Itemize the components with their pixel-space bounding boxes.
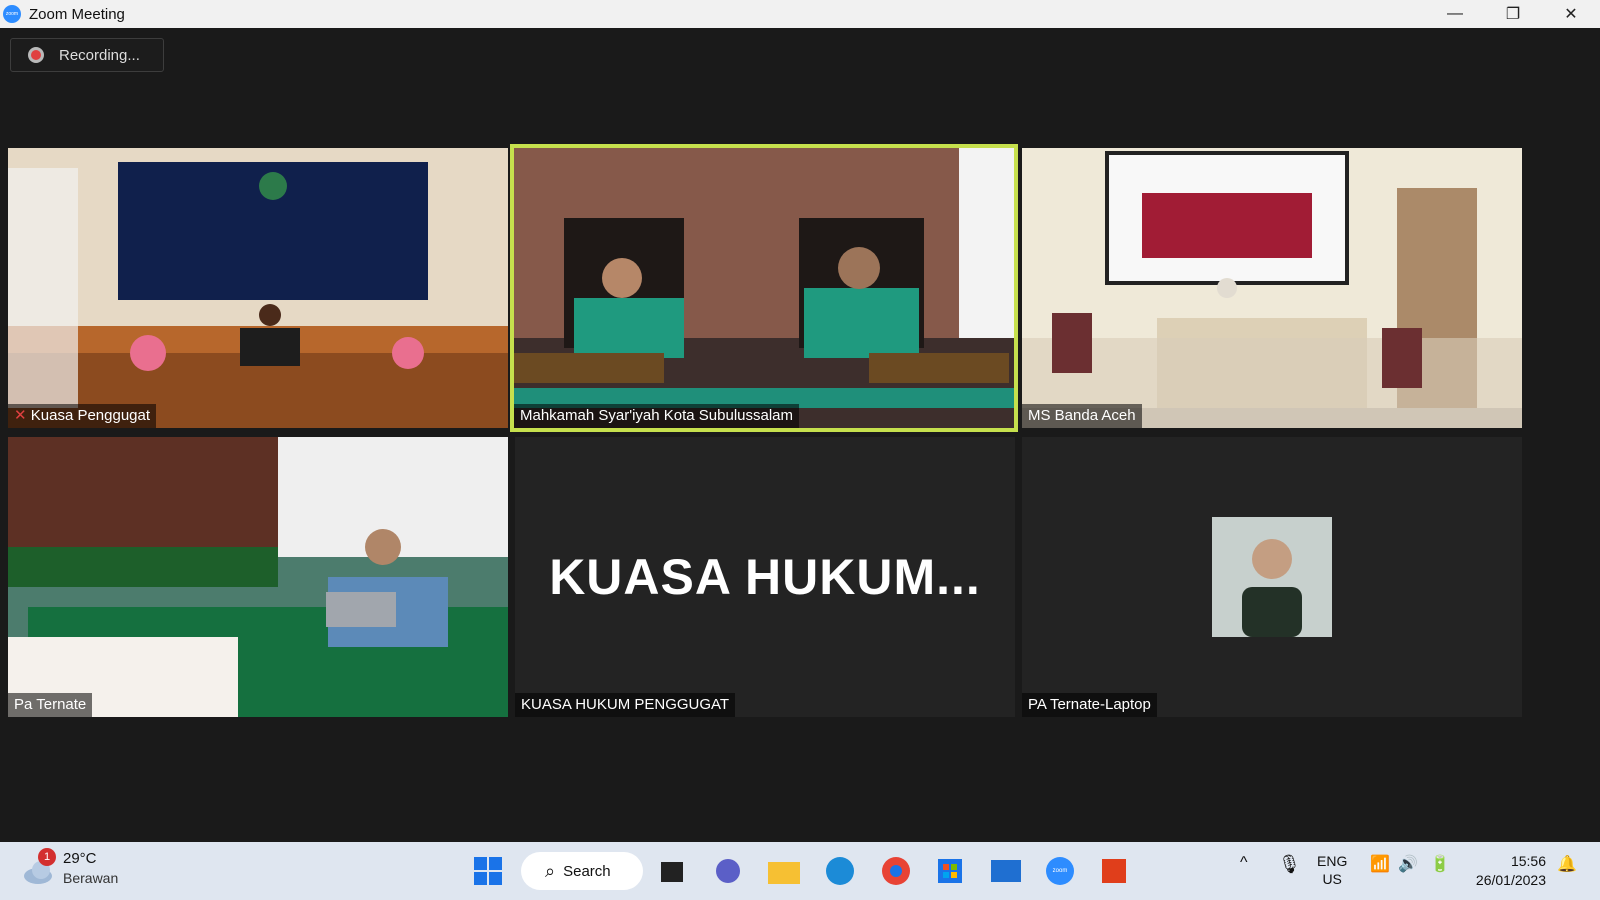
zoom-taskbar-button[interactable]: zoom bbox=[1040, 851, 1080, 891]
battery-icon[interactable]: 🔋 bbox=[1430, 854, 1450, 874]
mic-muted-icon: ✕ bbox=[14, 407, 31, 424]
date: 26/01/2023 bbox=[1475, 872, 1546, 888]
search-icon: ⌕ bbox=[545, 860, 556, 881]
teams-chat-button[interactable] bbox=[708, 851, 748, 891]
participant-name: Mahkamah Syar'iyah Kota Subulussalam bbox=[514, 404, 800, 428]
zoom-icon: zoom bbox=[1046, 857, 1074, 885]
language-region: US bbox=[1322, 871, 1342, 887]
weather-widget[interactable]: 1 29°C Berawan bbox=[22, 848, 142, 892]
office-icon bbox=[1102, 859, 1126, 883]
taskbar: 1 29°C Berawan ⌕ Search zoom ^ 🎙 ENG US … bbox=[0, 842, 1600, 900]
participant-name: KUASA HUKUM PENGGUGAT bbox=[515, 693, 736, 717]
notification-icon[interactable]: 🔔 bbox=[1557, 854, 1577, 874]
start-button[interactable] bbox=[468, 851, 508, 891]
participant-avatar bbox=[1212, 517, 1332, 637]
edge-button[interactable] bbox=[820, 851, 860, 891]
video-tile-3[interactable]: MS Banda Aceh bbox=[1022, 148, 1522, 428]
close-button[interactable]: ✕ bbox=[1542, 0, 1600, 28]
office-button[interactable] bbox=[1094, 851, 1134, 891]
search-box[interactable]: ⌕ Search bbox=[521, 852, 643, 890]
windows-icon bbox=[474, 857, 502, 885]
participant-name: Pa Ternate bbox=[8, 693, 93, 717]
chrome-button[interactable] bbox=[876, 851, 916, 891]
avatar-photo bbox=[1212, 517, 1332, 637]
participant-name: PA Ternate-Laptop bbox=[1022, 693, 1157, 717]
store-icon bbox=[938, 859, 962, 883]
mail-icon bbox=[991, 860, 1021, 882]
restore-button[interactable]: ❐ bbox=[1484, 0, 1542, 28]
minimize-button[interactable]: — bbox=[1426, 0, 1484, 28]
title-bar: zoom Zoom Meeting — ❐ ✕ bbox=[0, 0, 1600, 28]
task-view-icon bbox=[661, 862, 683, 882]
participant-display-name: KUASA HUKUM... bbox=[549, 549, 981, 605]
weather-badge: 1 bbox=[38, 848, 56, 866]
kuasa-penggugat-video bbox=[8, 148, 508, 428]
video-tile-1[interactable]: ✕ Kuasa Penggugat bbox=[8, 148, 508, 428]
pa-ternate-video bbox=[8, 437, 508, 717]
ms-banda-aceh-video bbox=[1022, 148, 1522, 428]
zoom-app-icon: zoom bbox=[3, 5, 21, 23]
participant-name: ✕ Kuasa Penggugat bbox=[8, 404, 157, 428]
language-indicator[interactable]: ENG US bbox=[1317, 852, 1347, 888]
video-tile-6[interactable]: PA Ternate-Laptop bbox=[1022, 437, 1522, 717]
video-tile-4[interactable]: Pa Ternate bbox=[8, 437, 508, 717]
participant-name: MS Banda Aceh bbox=[1022, 404, 1142, 428]
file-explorer-button[interactable] bbox=[764, 851, 804, 891]
mahkamah-subulussalam-video bbox=[514, 148, 1014, 428]
task-view-button[interactable] bbox=[652, 851, 692, 891]
language-lang: ENG bbox=[1317, 853, 1348, 869]
chat-icon bbox=[716, 859, 740, 883]
record-icon bbox=[31, 50, 41, 60]
clock[interactable]: 15:56 26/01/2023 bbox=[1470, 852, 1546, 890]
recording-indicator[interactable]: Recording... bbox=[10, 38, 164, 72]
show-hidden-icons-button[interactable]: ^ bbox=[1240, 854, 1248, 872]
search-label: Search bbox=[563, 862, 611, 880]
weather-condition: Berawan bbox=[63, 870, 119, 886]
wifi-icon[interactable]: 📶 bbox=[1370, 854, 1390, 874]
video-tile-2[interactable]: Mahkamah Syar'iyah Kota Subulussalam bbox=[510, 144, 1018, 432]
volume-icon[interactable]: 🔊 bbox=[1398, 854, 1418, 874]
meeting-area: Recording... ✕ Kuasa Penggugat Mahkamah … bbox=[0, 28, 1600, 842]
folder-icon bbox=[768, 862, 800, 884]
recording-label: Recording... bbox=[59, 46, 140, 64]
window-controls: — ❐ ✕ bbox=[1426, 0, 1600, 28]
window-title: Zoom Meeting bbox=[29, 5, 125, 23]
chrome-icon bbox=[882, 857, 910, 885]
video-tile-5[interactable]: KUASA HUKUM... KUASA HUKUM PENGGUGAT bbox=[515, 437, 1015, 717]
time: 15:56 bbox=[1510, 853, 1546, 869]
weather-temp: 29°C bbox=[63, 850, 97, 867]
mail-button[interactable] bbox=[986, 851, 1026, 891]
store-button[interactable] bbox=[930, 851, 970, 891]
microphone-icon[interactable]: 🎙 bbox=[1278, 854, 1301, 875]
edge-icon bbox=[826, 857, 854, 885]
